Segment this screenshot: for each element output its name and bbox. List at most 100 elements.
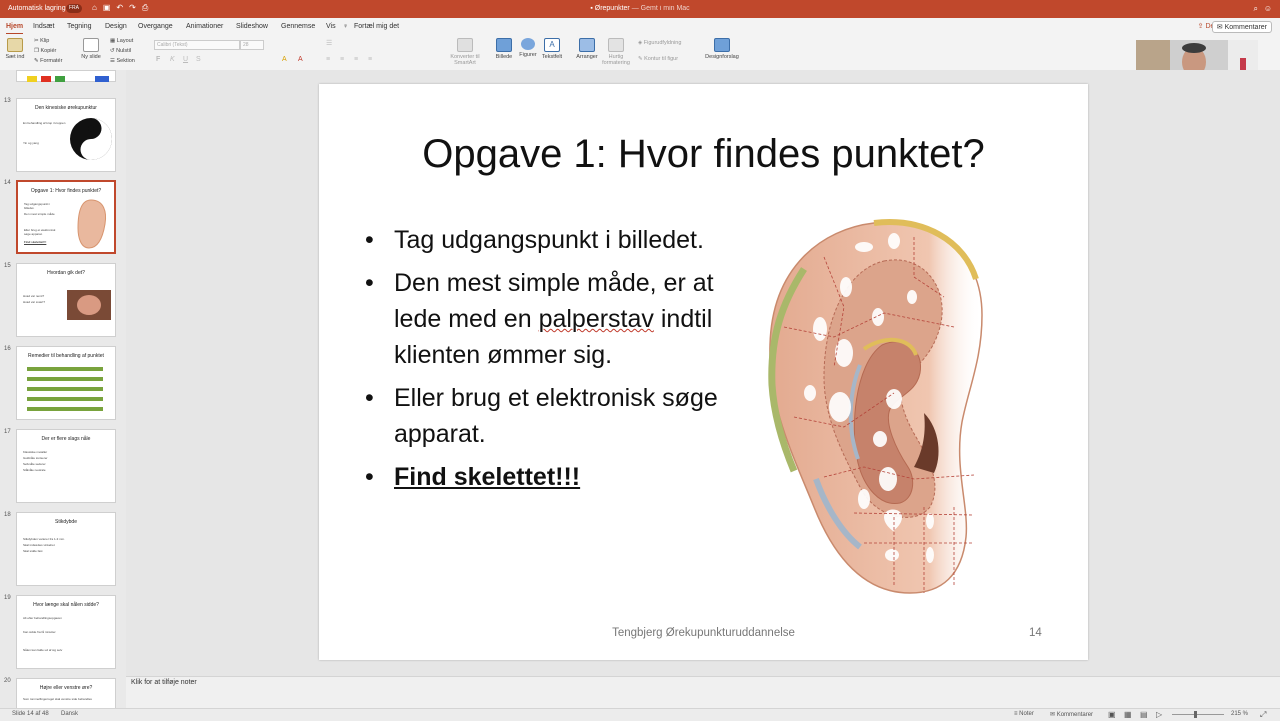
slide-title[interactable]: Opgave 1: Hvor findes punktet? [319,132,1088,177]
align-right-icon[interactable]: ≡ [354,56,358,63]
quick-styles-button[interactable]: Hurtig formatering [600,38,632,66]
smartart-icon [457,38,473,52]
paste-button[interactable]: Sæt ind [5,38,25,60]
layout-button[interactable]: ▦ Layout [110,38,133,44]
font-family-select[interactable]: Calibri (Tekst) [154,40,240,50]
normal-view-icon[interactable]: ▣ [1108,710,1116,719]
language-indicator[interactable]: Dansk [61,711,78,717]
slide-thumbnail-12-partial[interactable] [16,70,116,82]
ear-acupuncture-map-image[interactable] [764,217,1004,597]
thumbnail-line: Skal indsættes vinkelret [23,543,55,547]
slide-canvas[interactable]: Opgave 1: Hvor findes punktet? Tag udgan… [319,84,1088,660]
italic-icon[interactable]: K [170,56,175,63]
misspelled-word[interactable]: palperstav [539,305,654,333]
yin-yang-icon [70,118,112,160]
quick-styles-icon [608,38,624,52]
ribbon-tabs: Hjem Indsæt Tegning Design Overgange Ani… [0,18,1280,35]
thumbnail-line: Stålnåle neutrale [23,468,46,472]
slide-footer[interactable]: Tengbjerg Ørekupunkturuddannelse [319,627,1088,639]
thumbnail-line: Guldnåle toniserer [23,456,48,460]
new-slide-label: Ny slide [81,54,101,60]
designer-label: Designforslag [705,54,739,60]
align-left-icon[interactable]: ≡ [326,56,330,63]
strikethrough-icon[interactable]: S [196,56,201,63]
justify-icon[interactable]: ≡ [368,56,372,63]
shape-fill-button[interactable]: ◈ Figurudfyldning [638,40,681,46]
reading-view-icon[interactable]: ▤ [1140,710,1148,719]
slide-page-number: 14 [1029,627,1042,639]
thumbnail-canvas-selected: Opgave 1: Hvor findes punktet? Tag udgan… [16,180,116,254]
tab-slideshow[interactable]: Slideshow [236,23,268,30]
shapes-icon [521,38,535,50]
thumbnail-line: Yin og yang [23,141,39,145]
section-label: Sektion [116,58,135,64]
font-color-icon[interactable]: A [298,56,303,63]
reset-button[interactable]: ↺ Nulstil [110,48,131,54]
tab-animationer[interactable]: Animationer [186,23,223,30]
slide-number: 13 [4,98,11,104]
design-ideas-button[interactable]: Designforslag [702,38,742,60]
thumbnail-line: Alt efter behandlingsopgaven [23,616,62,620]
thumbnail-line: Hvad var svært? [23,300,46,304]
textbox-button[interactable]: A Tekstfelt [540,38,564,60]
saved-status: — Gemt i min Mac [631,5,690,12]
align-center-icon[interactable]: ≡ [340,56,344,63]
slide-number: 16 [4,346,11,352]
shape-outline-button[interactable]: ✎ Kontur til figur [638,56,678,62]
tab-hjem[interactable]: Hjem [6,23,24,35]
thumbnail-line: Tag udgangspunkt i billedet. [24,202,51,210]
thumbnail-green-bar [27,387,103,391]
slide-thumbnail-panel[interactable]: 13 Den kinesiske ørekupunktur En behandl… [0,70,126,708]
thumbnail-title: Der er flere slags nåle [41,436,91,442]
status-bar: Slide 14 af 48 Dansk ≡ Noter ✉ Kommentar… [0,708,1280,721]
thumbnail-canvas: Højre eller venstre øre? Som tommelfinge… [16,678,116,708]
clipboard-icon [7,38,23,52]
person-icon[interactable]: ☺ [1264,4,1272,13]
comments-toggle-button[interactable]: ✉ Kommentarer [1050,711,1093,718]
thumbnail-green-bar [27,367,103,371]
thumbnail-title: Den kinesiske ørekupunktur [35,105,97,111]
slide-body-text[interactable]: Tag udgangspunkt i billedet. Den mest si… [365,222,725,502]
section-button[interactable]: ☰ Sektion [110,58,135,64]
slide-sorter-icon[interactable]: ▦ [1124,710,1132,719]
smartart-label: Konverter til SmartArt [450,54,480,66]
font-size-select[interactable]: 28 [240,40,264,50]
zoom-slider-handle[interactable] [1194,711,1197,718]
quick-styles-label: Hurtig formatering [602,54,630,66]
thumbnail-title: Stikdybde [55,519,77,525]
thumbnail-canvas: Der er flere slags nåle Klassiske metall… [16,429,116,503]
tab-vis[interactable]: Vis [326,23,336,30]
bullets-icon[interactable]: ☰ [326,39,332,47]
speaker-notes-pane[interactable]: Klik for at tilføje noter [126,676,1280,709]
bullet-text: Find skelettet!!! [394,463,581,491]
fit-to-window-icon[interactable]: ⤢ [1260,710,1266,720]
slideshow-view-icon[interactable]: ▷ [1156,710,1162,719]
search-icon[interactable]: ⌕ [1254,4,1258,14]
arrange-button[interactable]: Arranger [575,38,599,60]
layout-icon: ▦ [110,38,117,44]
layout-label: Layout [116,38,134,44]
tab-gennemse[interactable]: Gennemse [281,23,315,30]
bold-icon[interactable]: F [156,56,160,63]
tab-design[interactable]: Design [105,23,127,30]
shapes-button[interactable]: Figurer [516,38,540,58]
convert-smartart-button[interactable]: Konverter til SmartArt [448,38,482,66]
thumbnail-line: Skal sidde fast [23,549,43,553]
underline-icon[interactable]: U [183,56,188,63]
tell-me-search[interactable]: Fortæl mig det [354,23,399,30]
bullet-item: Eller brug et elektronisk søge apparat. [365,380,725,452]
notes-toggle-button[interactable]: ≡ Noter [1014,711,1034,717]
new-slide-button[interactable]: Ny slide [80,38,102,60]
tab-overgange[interactable]: Overgange [138,23,173,30]
tab-tegning[interactable]: Tegning [67,23,92,30]
zoom-level[interactable]: 215 % [1231,711,1248,717]
zoom-slider[interactable] [1172,714,1224,715]
text-highlight-icon[interactable]: A [282,56,287,63]
copy-button[interactable]: ❐ Kopiér [34,48,56,54]
picture-button[interactable]: Billede [492,38,516,60]
notes-placeholder[interactable]: Klik for at tilføje noter [131,679,197,686]
comments-button[interactable]: ✉ Kommentarer [1211,21,1272,33]
cut-button[interactable]: ✂ Klip [34,38,49,44]
tab-indsaet[interactable]: Indsæt [33,23,54,30]
format-painter-button[interactable]: ✎ Formatér [34,58,62,64]
